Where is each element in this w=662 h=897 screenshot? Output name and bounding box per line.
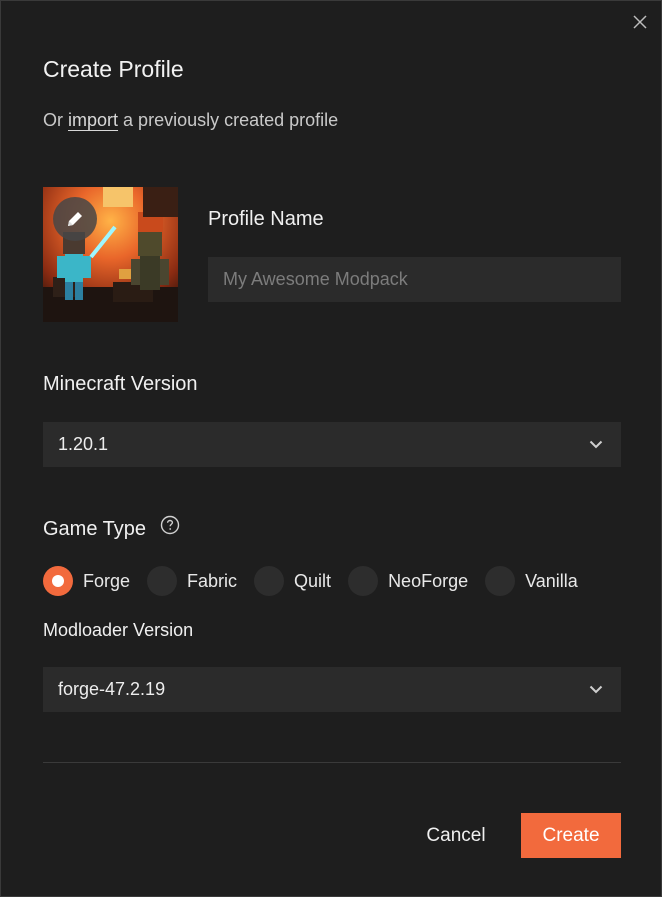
radio-label-fabric: Fabric bbox=[187, 570, 238, 591]
radio-button-checked[interactable] bbox=[43, 566, 73, 596]
radio-option-neoforge[interactable]: NeoForge bbox=[348, 566, 468, 596]
modloader-version-select[interactable]: forge-47.2.19 bbox=[43, 667, 621, 712]
minecraft-version-value: 1.20.1 bbox=[58, 434, 109, 454]
modloader-version-label: Modloader Version bbox=[43, 620, 194, 640]
modloader-version-value: forge-47.2.19 bbox=[58, 679, 166, 699]
game-type-label-text: Game Type bbox=[43, 518, 147, 540]
profile-avatar[interactable] bbox=[43, 187, 178, 322]
radio-button[interactable] bbox=[147, 566, 178, 596]
dialog-title: Create Profile bbox=[43, 56, 184, 82]
radio-button[interactable] bbox=[254, 566, 285, 596]
dialog-subtitle: Or import a previously created profile bbox=[43, 110, 338, 131]
radio-label-neoforge: NeoForge bbox=[388, 570, 469, 591]
create-profile-dialog: Create Profile Or import a previously cr… bbox=[0, 0, 662, 897]
game-type-label: Game Type bbox=[43, 515, 180, 541]
pencil-icon[interactable] bbox=[53, 197, 97, 241]
minecraft-version-select[interactable]: 1.20.1 bbox=[43, 422, 621, 467]
close-icon[interactable] bbox=[631, 13, 649, 31]
radio-label-vanilla: Vanilla bbox=[525, 570, 578, 591]
radio-option-vanilla[interactable]: Vanilla bbox=[485, 566, 578, 596]
create-button[interactable]: Create bbox=[521, 813, 621, 858]
radio-label-forge: Forge bbox=[83, 570, 131, 591]
radio-option-quilt[interactable]: Quilt bbox=[254, 566, 331, 596]
radio-option-forge[interactable]: Forge bbox=[43, 566, 130, 596]
minecraft-version-label: Minecraft Version bbox=[43, 373, 198, 395]
radio-button[interactable] bbox=[485, 566, 516, 596]
radio-option-fabric[interactable]: Fabric bbox=[147, 566, 237, 596]
import-link[interactable]: import bbox=[68, 110, 118, 130]
profile-name-label: Profile Name bbox=[208, 208, 324, 230]
game-type-radio-group: Forge Fabric Quilt NeoForge Vanilla bbox=[43, 566, 578, 596]
subtitle-suffix: a previously created profile bbox=[123, 110, 339, 130]
radio-label-quilt: Quilt bbox=[294, 570, 332, 591]
subtitle-prefix: Or bbox=[43, 110, 63, 130]
help-circle-icon[interactable] bbox=[160, 515, 180, 541]
chevron-down-icon bbox=[589, 440, 603, 449]
radio-button[interactable] bbox=[348, 566, 379, 596]
cancel-button[interactable]: Cancel bbox=[411, 813, 501, 858]
profile-name-input[interactable] bbox=[208, 257, 621, 302]
footer-divider bbox=[43, 762, 621, 763]
chevron-down-icon bbox=[589, 685, 603, 694]
